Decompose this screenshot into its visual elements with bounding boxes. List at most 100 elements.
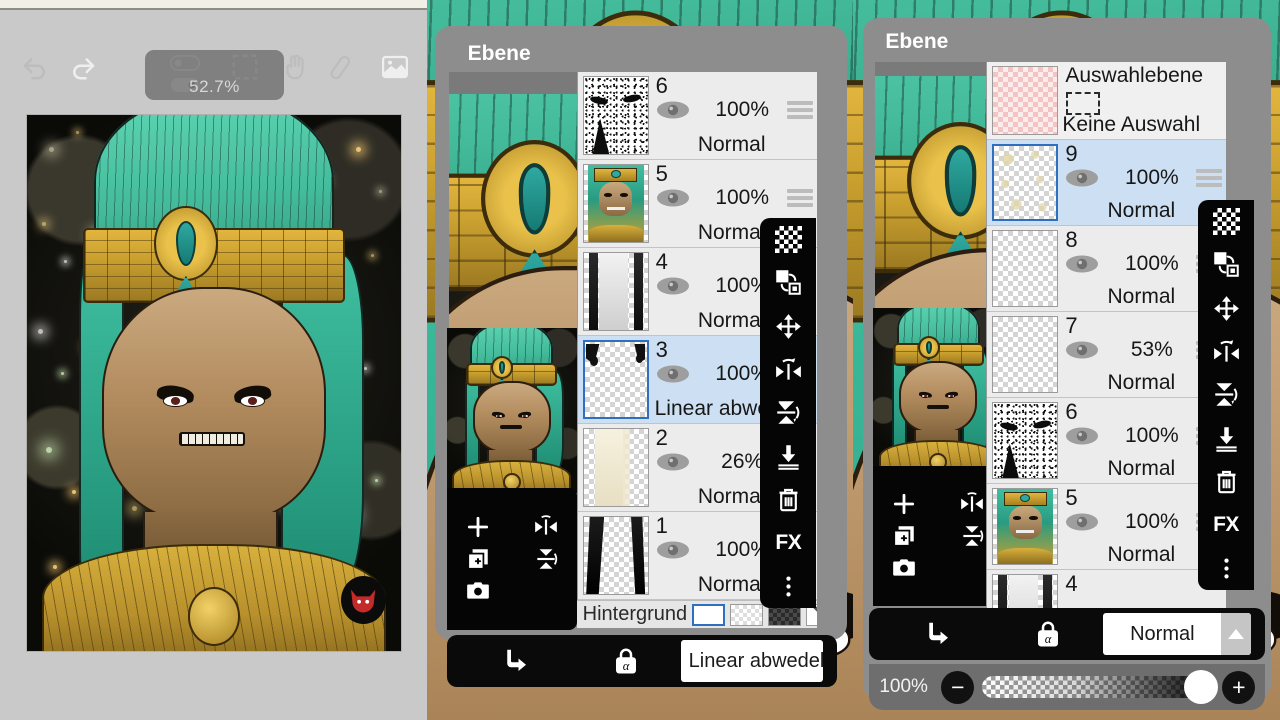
- layer-row[interactable]: 9 100% Normal: [987, 140, 1227, 226]
- canvas-mini-thumbnail-right: [873, 308, 1004, 473]
- layer-thumbnail[interactable]: [992, 402, 1059, 479]
- mini-toolbar-right: [873, 466, 1004, 606]
- image-icon[interactable]: [378, 50, 412, 84]
- svg-text:α: α: [1045, 632, 1052, 646]
- swap-layers-icon[interactable]: [1198, 243, 1254, 286]
- layer-row[interactable]: 4: [987, 570, 1227, 608]
- visibility-eye-icon[interactable]: [1065, 254, 1103, 274]
- move-icon[interactable]: [760, 305, 816, 348]
- layer-opacity[interactable]: 100%: [1107, 510, 1196, 534]
- more-options-icon[interactable]: [760, 565, 816, 608]
- visibility-eye-icon[interactable]: [656, 188, 694, 208]
- layer-thumbnail[interactable]: [582, 252, 649, 331]
- opacity-track[interactable]: [982, 670, 1219, 704]
- duplicate-layer-icon[interactable]: [891, 523, 917, 549]
- add-layer-icon[interactable]: [465, 514, 491, 540]
- layer-opacity[interactable]: 53%: [1107, 338, 1196, 362]
- visibility-eye-icon[interactable]: [1065, 340, 1103, 360]
- blend-bar-right: α Normal: [869, 608, 1266, 660]
- selection-layer-thumbnail[interactable]: [992, 66, 1059, 135]
- camera-icon[interactable]: [465, 578, 491, 604]
- layer-row[interactable]: 5 100% Normal: [987, 484, 1227, 570]
- layer-thumbnail[interactable]: [992, 574, 1059, 608]
- layer-opacity[interactable]: 100%: [1107, 424, 1196, 448]
- layer-thumbnail[interactable]: [992, 316, 1059, 393]
- alpha-lock-icon[interactable]: α: [571, 646, 681, 676]
- flip-horizontal-icon[interactable]: [760, 348, 816, 391]
- layer-number: 5: [1065, 485, 1078, 510]
- clipping-mask-icon[interactable]: [461, 646, 571, 676]
- flip-vertical-icon[interactable]: [533, 546, 559, 572]
- visibility-eye-icon[interactable]: [656, 100, 694, 120]
- top-toolbar: 52.7%: [0, 10, 427, 110]
- merge-down-icon[interactable]: [1198, 417, 1254, 460]
- layer-thumbnail[interactable]: [992, 230, 1059, 307]
- blend-mode-select[interactable]: Linear abwedeln: [680, 640, 823, 682]
- visibility-eye-icon[interactable]: [656, 364, 694, 384]
- merge-down-icon[interactable]: [760, 435, 816, 478]
- undo-icon[interactable]: [18, 50, 52, 84]
- flip-vertical-icon[interactable]: [959, 523, 985, 549]
- chevron-up-icon[interactable]: [1221, 613, 1252, 655]
- brush-icon[interactable]: [328, 50, 362, 84]
- layer-number: 4: [655, 249, 668, 274]
- fx-icon[interactable]: FX: [1198, 503, 1254, 546]
- trash-icon[interactable]: [760, 478, 816, 521]
- layer-number: 6: [1065, 399, 1078, 424]
- more-options-icon[interactable]: [1198, 547, 1254, 590]
- layer-thumbnail[interactable]: [582, 76, 649, 155]
- opacity-knob[interactable]: [1184, 670, 1219, 704]
- layer-drag-handle-icon[interactable]: [786, 189, 813, 207]
- trash-icon[interactable]: [1198, 460, 1254, 503]
- selection-layer-row[interactable]: Auswahlebene Keine Auswahl: [987, 62, 1227, 140]
- camera-icon[interactable]: [891, 555, 917, 581]
- checkerboard-icon[interactable]: [760, 218, 816, 261]
- layer-thumbnail[interactable]: [992, 144, 1059, 221]
- checkerboard-icon[interactable]: [1198, 200, 1254, 243]
- layer-thumbnail[interactable]: [582, 340, 649, 419]
- layer-drag-handle-icon[interactable]: [786, 101, 813, 119]
- alpha-lock-icon[interactable]: α: [993, 619, 1103, 649]
- layer-opacity[interactable]: 100%: [1107, 252, 1196, 276]
- opacity-increase-button[interactable]: +: [1222, 670, 1256, 704]
- layer-thumbnail[interactable]: [992, 488, 1059, 565]
- layer-list-right[interactable]: Auswahlebene Keine Auswahl 9 100% Normal 8 100…: [986, 62, 1227, 608]
- flip-horizontal-icon[interactable]: [533, 514, 559, 540]
- layer-row[interactable]: 6 100% Normal: [577, 72, 817, 160]
- move-icon[interactable]: [1198, 287, 1254, 330]
- add-layer-icon[interactable]: [891, 491, 917, 517]
- flip-horizontal-icon[interactable]: [1198, 330, 1254, 373]
- flip-vertical-icon[interactable]: [1198, 373, 1254, 416]
- fx-icon[interactable]: FX: [760, 521, 816, 564]
- selection-layer-title: Auswahlebene: [1065, 64, 1204, 87]
- layer-thumbnail[interactable]: [582, 428, 649, 507]
- flip-horizontal-icon[interactable]: [959, 491, 985, 517]
- layer-drag-handle-icon[interactable]: [1196, 169, 1223, 187]
- visibility-eye-icon[interactable]: [1065, 426, 1103, 446]
- layer-opacity[interactable]: 100%: [698, 186, 787, 210]
- visibility-eye-icon[interactable]: [656, 540, 694, 560]
- background-swatch-light-checker[interactable]: [730, 603, 764, 626]
- screenshot-root: 52.7% Ebene 6 100% Normal 5 100% Normal …: [0, 0, 1280, 720]
- flip-vertical-icon[interactable]: [760, 391, 816, 434]
- opacity-decrease-button[interactable]: −: [941, 670, 975, 704]
- visibility-eye-icon[interactable]: [1065, 168, 1103, 188]
- layer-blend-mode[interactable]: Normal: [649, 133, 815, 157]
- artwork-canvas[interactable]: [26, 114, 402, 652]
- visibility-eye-icon[interactable]: [1065, 512, 1103, 532]
- duplicate-layer-icon[interactable]: [465, 546, 491, 572]
- redo-icon[interactable]: [66, 50, 100, 84]
- layer-opacity[interactable]: 100%: [698, 98, 787, 122]
- blend-mode-select-right[interactable]: Normal: [1103, 613, 1252, 655]
- background-swatch-white[interactable]: [692, 603, 726, 626]
- swap-layers-icon[interactable]: [760, 261, 816, 304]
- layer-row[interactable]: 6 100% Normal: [987, 398, 1227, 484]
- layer-row[interactable]: 7 53% Normal: [987, 312, 1227, 398]
- visibility-eye-icon[interactable]: [656, 452, 694, 472]
- visibility-eye-icon[interactable]: [656, 276, 694, 296]
- layer-row[interactable]: 8 100% Normal: [987, 226, 1227, 312]
- layer-opacity[interactable]: 100%: [1107, 166, 1196, 190]
- clipping-mask-icon[interactable]: [883, 619, 993, 649]
- layer-thumbnail[interactable]: [582, 516, 649, 595]
- layer-thumbnail[interactable]: [582, 164, 649, 243]
